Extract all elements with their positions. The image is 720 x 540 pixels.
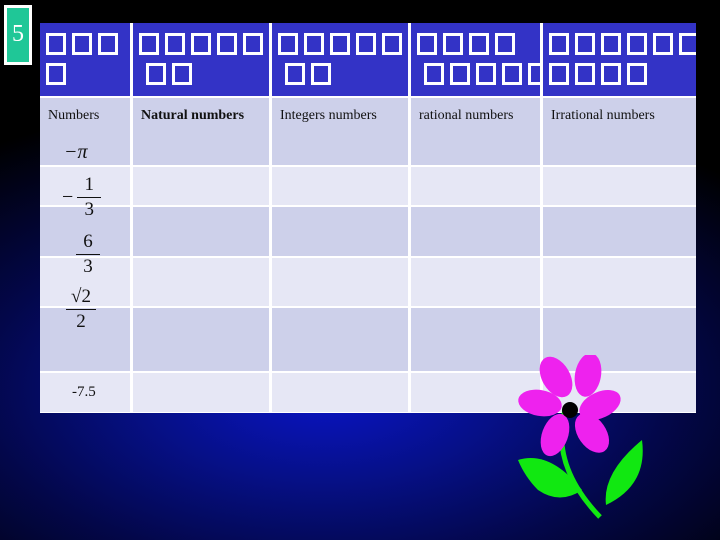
label-text: Natural numbers [141,108,245,123]
table-cell [411,207,540,256]
table-cell [543,258,696,306]
number-neg-seven-point-five: -7.5 [72,384,96,400]
fraction-bar [77,197,102,198]
label-text: Numbers [48,108,100,123]
table-cell [272,167,408,205]
col-label-natural: Natural numbers [133,98,269,165]
table-cell [272,373,408,412]
numerator: 1 [84,174,95,195]
table-cell [272,207,408,256]
label-text: rational numbers [419,108,514,123]
table-cell [133,373,269,412]
col-label-rational: rational numbers [411,98,540,165]
col-label-irrational: Irrational numbers [543,98,696,165]
number-six-thirds: 6 3 [76,232,100,277]
header-cell-2 [133,23,269,96]
number-neg-one-third: − 1 3 [62,174,102,220]
denominator: 3 [83,256,93,277]
table-cell [543,207,696,256]
table-cell [411,258,540,306]
header-cell-5 [543,23,696,96]
fraction-bar [76,254,100,255]
table-cell [133,258,269,306]
slide-number-badge: 5 [4,5,32,65]
number-neg-pi: −π [64,141,88,163]
denominator: 2 [76,311,86,332]
table-cell [133,167,269,205]
fraction: 6 3 [76,232,100,277]
numerator: √2 [71,286,91,307]
col-label-integers: Integers numbers [272,98,408,165]
header-cell-4 [411,23,540,96]
header-cell-3 [272,23,408,96]
label-text: Irrational numbers [551,108,655,123]
table-cell [133,308,269,371]
fraction: √2 2 [66,287,96,332]
header-cell-1 [40,23,130,96]
label-text: Integers numbers [280,108,377,123]
numerator: 6 [83,231,93,252]
table-cell [272,308,408,371]
minus-sign: − [62,186,74,208]
flower-clipart [518,355,643,519]
denominator: 3 [84,199,95,220]
flower-center [562,402,578,418]
fraction-bar [66,309,96,310]
number-sqrt2-over-2: √2 2 [66,287,96,332]
leaf-right [605,440,643,505]
table-cell [133,207,269,256]
table-cell [411,167,540,205]
table-cell [543,167,696,205]
fraction: 1 3 [77,174,102,220]
table-cell [272,258,408,306]
